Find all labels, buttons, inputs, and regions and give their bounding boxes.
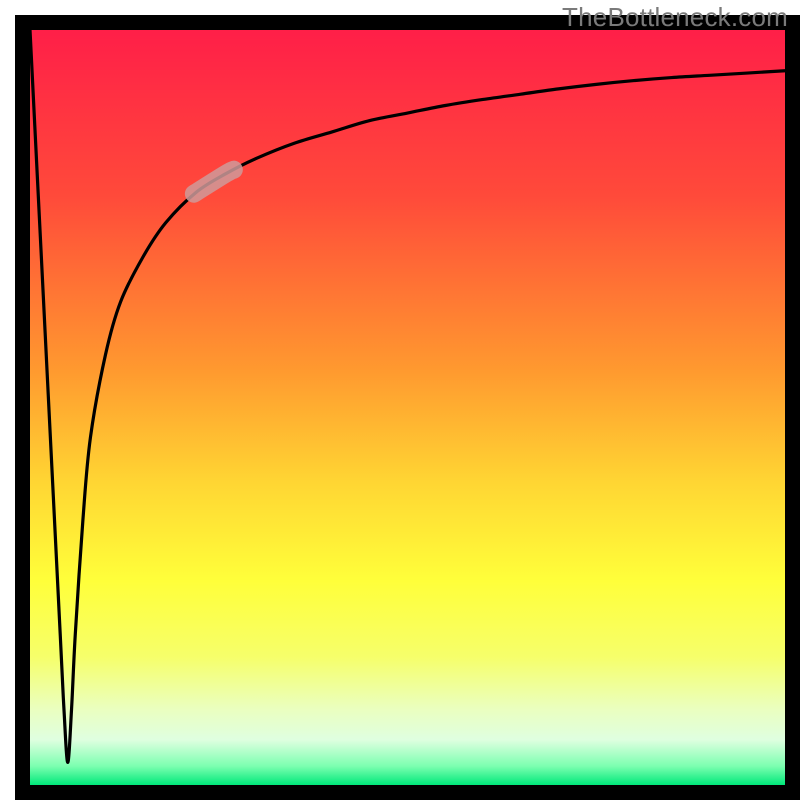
bottleneck-chart: TheBottleneck.com xyxy=(0,0,800,800)
watermark-text: TheBottleneck.com xyxy=(562,2,788,33)
frame-left xyxy=(15,15,30,800)
frame-bottom xyxy=(15,785,800,800)
plot-background xyxy=(30,30,785,785)
chart-svg xyxy=(0,0,800,800)
frame-right xyxy=(785,15,800,800)
